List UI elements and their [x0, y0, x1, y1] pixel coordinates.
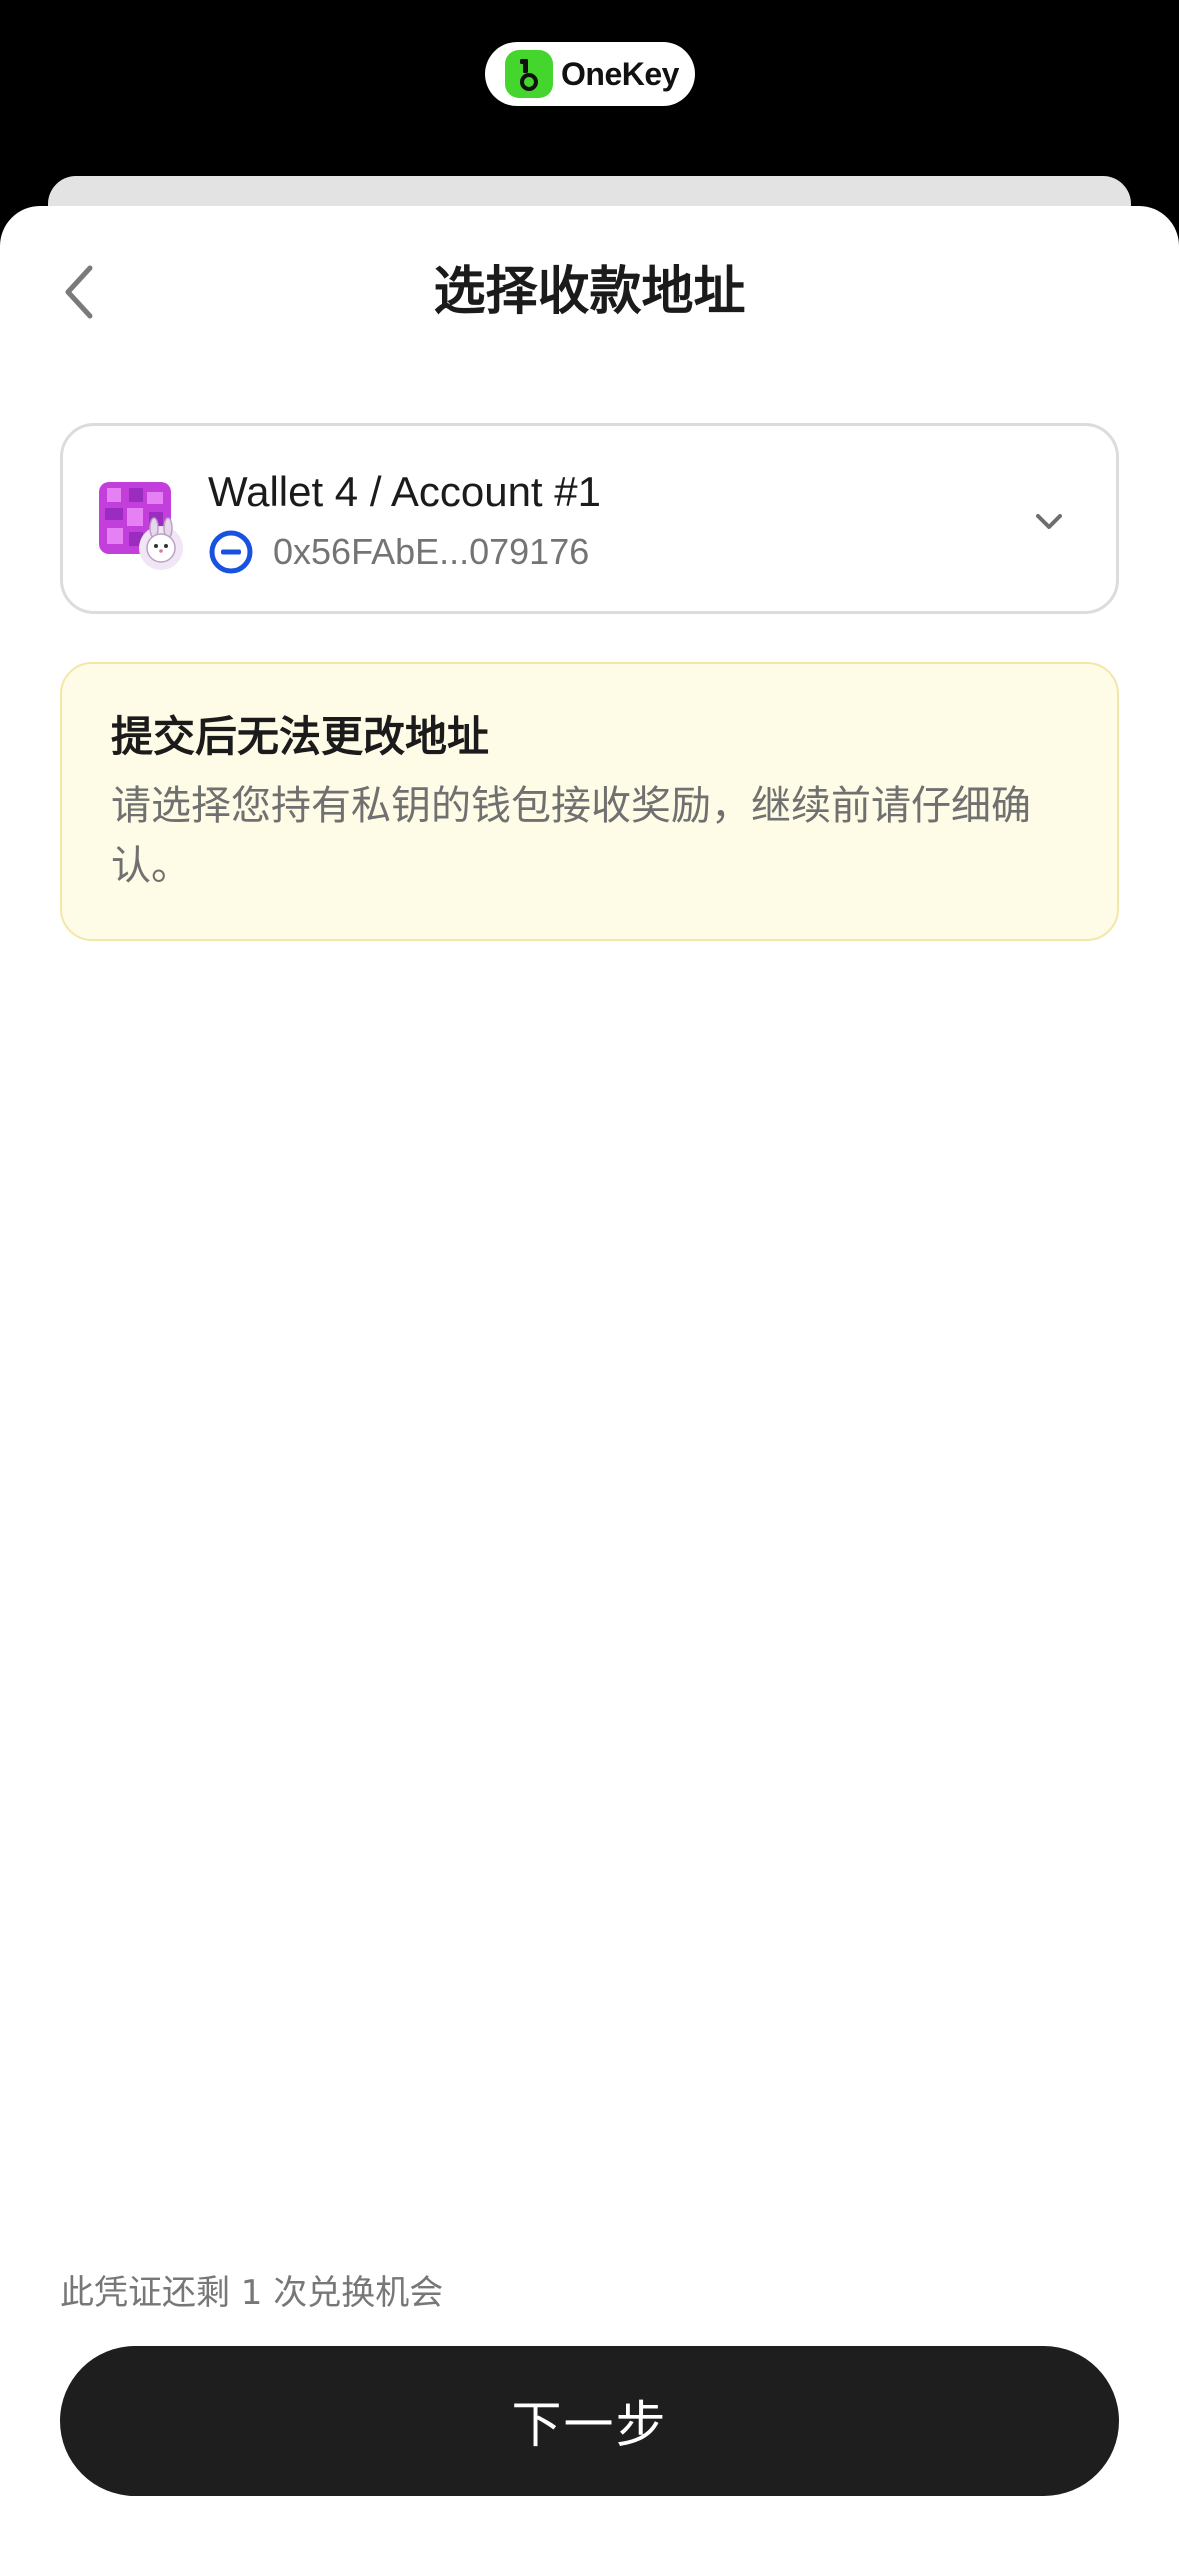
warning-title: 提交后无法更改地址	[111, 712, 490, 761]
brand-name: OneKey	[561, 55, 679, 92]
chevron-down-icon	[1036, 514, 1062, 529]
account-address: 0x56FAbE...079176	[273, 531, 590, 572]
network-icon	[209, 530, 253, 574]
page-title: 选择收款地址	[433, 262, 746, 322]
redeem-remaining-note: 此凭证还剩 1 次兑换机会	[60, 2273, 444, 2313]
screen: OneKey 选择收款地址 Wallet 4 / Account #1 0x56…	[0, 0, 1179, 2556]
account-selector[interactable]: Wallet 4 / Account #1 0x56FAbE...079176	[60, 423, 1119, 614]
account-name: Wallet 4 / Account #1	[208, 468, 601, 515]
onekey-logo-icon	[505, 50, 553, 98]
next-step-button[interactable]: 下一步	[60, 2346, 1119, 2496]
account-avatar-icon	[99, 482, 183, 570]
warning-card: 提交后无法更改地址 请选择您持有私钥的钱包接收奖励，继续前请仔细确认。	[60, 662, 1119, 941]
warning-body: 请选择您持有私钥的钱包接收奖励，继续前请仔细确认。	[111, 783, 1031, 889]
brand-badge: OneKey	[485, 42, 695, 106]
nav-header: 选择收款地址	[0, 250, 1179, 334]
